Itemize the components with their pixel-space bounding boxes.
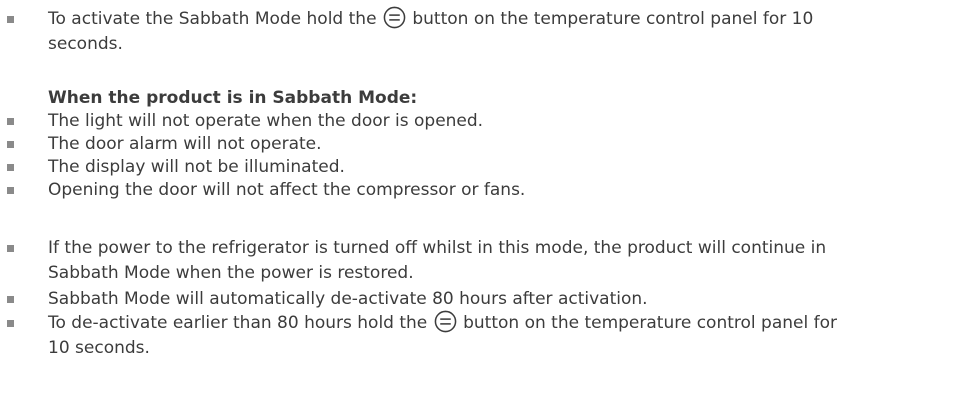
bullet-marker (7, 16, 14, 23)
activate-line-1: To activate the Sabbath Mode hold the bu… (48, 6, 938, 32)
deactivate-text-before: To de-activate earlier than 80 hours hol… (48, 313, 428, 333)
power-line-2: Sabbath Mode when the power is restored. (48, 263, 414, 283)
bullet-marker (7, 141, 14, 148)
activate-text-before: To activate the Sabbath Mode hold the (48, 9, 377, 29)
sabbath-mode-heading: When the product is in Sabbath Mode: (48, 88, 418, 108)
equals-circle-icon (434, 310, 457, 332)
bullet-marker (7, 320, 14, 327)
list-item-activate: To activate the Sabbath Mode hold the bu… (48, 6, 938, 57)
equals-circle-icon (383, 6, 406, 28)
list-item-deactivate: To de-activate earlier than 80 hours hol… (48, 310, 938, 361)
bullet-marker (7, 245, 14, 252)
instructions-page: To activate the Sabbath Mode hold the bu… (0, 0, 958, 397)
bullet-marker (7, 118, 14, 125)
list-item-power: If the power to the refrigerator is turn… (48, 236, 938, 286)
deactivate-line-1: To de-activate earlier than 80 hours hol… (48, 310, 938, 336)
activate-line-2: seconds. (48, 34, 123, 54)
list-item: The display will not be illuminated. (48, 157, 345, 177)
deactivate-text-after: button on the temperature control panel … (463, 313, 837, 333)
power-line-1: If the power to the refrigerator is turn… (48, 238, 827, 258)
deactivate-line-2: 10 seconds. (48, 338, 150, 358)
list-item: The door alarm will not operate. (48, 134, 322, 154)
list-item: Opening the door will not affect the com… (48, 180, 526, 200)
bullet-marker (7, 164, 14, 171)
activate-text-after: button on the temperature control panel … (412, 9, 814, 29)
list-item: The light will not operate when the door… (48, 111, 484, 131)
bullet-marker (7, 187, 14, 194)
list-item-auto: Sabbath Mode will automatically de-activ… (48, 289, 648, 309)
bullet-marker (7, 296, 14, 303)
